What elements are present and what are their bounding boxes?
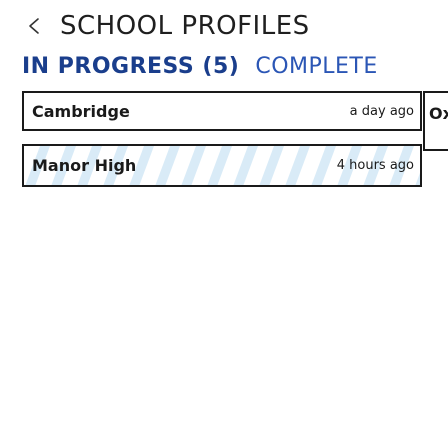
last-updated: 4 hours ago	[336, 158, 414, 173]
school-name: Ox	[429, 104, 448, 123]
school-name: Manor High	[32, 156, 137, 175]
tab-complete[interactable]: COMPLETE	[255, 54, 377, 79]
school-card-manor-high[interactable]: Manor High 4 hours ago	[22, 144, 422, 187]
school-name: Cambridge	[32, 101, 130, 121]
school-card-cambridge[interactable]: Cambridge a day ago	[22, 91, 422, 131]
last-updated: a day ago	[349, 103, 414, 119]
chevron-left-icon[interactable]	[22, 13, 48, 39]
header: SCHOOL PROFILES	[22, 6, 310, 46]
tab-bar: IN PROGRESS (5) COMPLETE	[22, 49, 378, 83]
school-card-ox[interactable]: Ox	[423, 91, 448, 151]
page-title: SCHOOL PROFILES	[60, 11, 310, 41]
tab-in-progress[interactable]: IN PROGRESS (5)	[22, 54, 239, 79]
